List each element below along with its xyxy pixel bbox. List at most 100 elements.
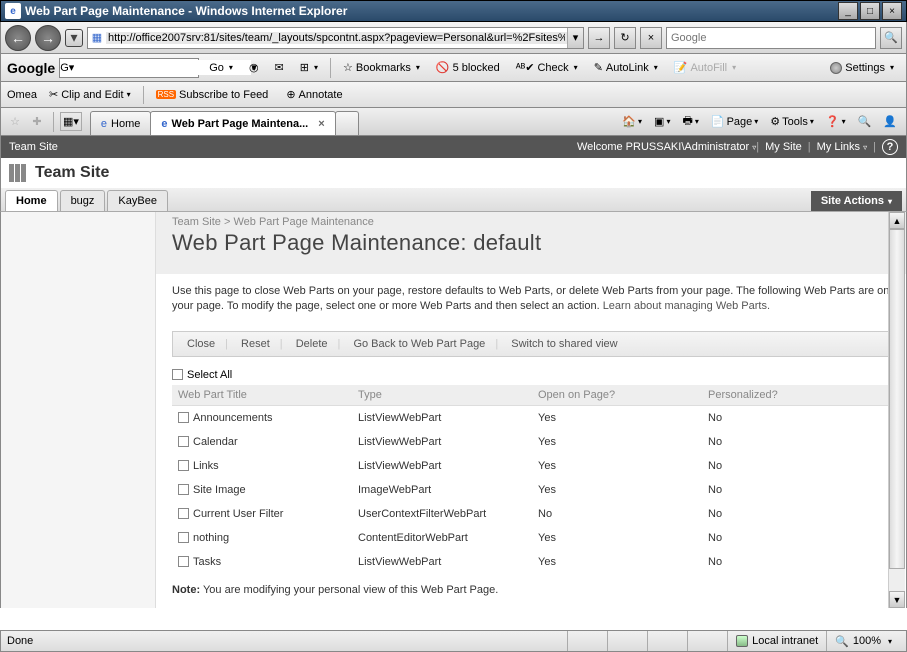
- row-checkbox[interactable]: [178, 436, 189, 447]
- google-settings-button[interactable]: Settings▾: [824, 60, 900, 76]
- row-checkbox[interactable]: [178, 484, 189, 495]
- content-area: Team Site > Web Part Page Maintenance We…: [0, 212, 907, 608]
- google-option-1-icon[interactable]: ◎: [243, 59, 265, 76]
- clip-and-edit-button[interactable]: ✂Clip and Edit▾: [43, 86, 137, 103]
- google-option-2-icon[interactable]: ✉: [269, 59, 290, 76]
- row-checkbox[interactable]: [178, 412, 189, 423]
- feeds-button[interactable]: ▣▾: [649, 113, 675, 130]
- status-text: Done: [7, 635, 33, 647]
- research-button[interactable]: 🔍: [853, 113, 877, 130]
- row-checkbox[interactable]: [178, 508, 189, 519]
- welcome-user[interactable]: Welcome PRUSSAKI\Administrator ▿: [577, 141, 756, 153]
- quick-tabs-button[interactable]: ▦▾: [60, 112, 82, 131]
- stop-button[interactable]: ×: [640, 27, 662, 49]
- google-go-button[interactable]: Go▾: [203, 60, 239, 76]
- help-icon[interactable]: ?: [882, 139, 898, 155]
- select-all-row: Select All: [172, 369, 890, 381]
- scroll-down-button[interactable]: ▼: [889, 591, 905, 608]
- search-input[interactable]: [667, 32, 875, 44]
- close-window-button[interactable]: ×: [882, 2, 902, 20]
- row-open: Yes: [532, 478, 702, 502]
- zoom-control[interactable]: 🔍100%▾: [826, 631, 900, 651]
- row-checkbox[interactable]: [178, 532, 189, 543]
- google-search-type-dropdown[interactable]: G▾: [60, 61, 74, 74]
- search-button[interactable]: 🔍: [880, 27, 902, 49]
- tools-menu-button[interactable]: ⚙Tools▾: [765, 113, 819, 130]
- sharepoint-header: Team Site: [0, 158, 907, 188]
- sp-tab-home[interactable]: Home: [5, 190, 58, 211]
- select-all-checkbox[interactable]: [172, 369, 183, 380]
- scroll-up-button[interactable]: ▲: [889, 212, 905, 229]
- row-open: Yes: [532, 405, 702, 430]
- favorites-icon[interactable]: ☆: [5, 112, 25, 132]
- my-links-link[interactable]: My Links ▿: [811, 141, 873, 153]
- go-button[interactable]: →: [588, 27, 610, 49]
- intro-text: Use this page to close Web Parts on your…: [172, 284, 890, 315]
- bookmarks-button[interactable]: ☆Bookmarks▾: [337, 59, 426, 76]
- row-checkbox[interactable]: [178, 460, 189, 471]
- site-actions-menu[interactable]: Site Actions▾: [811, 191, 902, 211]
- autolink-button[interactable]: ✎AutoLink▾: [588, 59, 664, 76]
- breadcrumb-team[interactable]: Team Site: [172, 216, 221, 228]
- security-zone[interactable]: Local intranet: [727, 631, 826, 651]
- popup-blocked-button[interactable]: 🚫5 blocked: [430, 59, 506, 76]
- help-button[interactable]: ❓▾: [821, 113, 851, 130]
- recent-dropdown[interactable]: ▾: [65, 29, 83, 47]
- print-button[interactable]: 🖶▾: [677, 110, 703, 133]
- maximize-button[interactable]: □: [860, 2, 880, 20]
- address-input[interactable]: [106, 32, 567, 44]
- messenger-button[interactable]: 👤: [878, 113, 902, 130]
- row-title[interactable]: Announcements: [193, 412, 273, 424]
- action-reset[interactable]: Reset: [237, 338, 274, 350]
- back-button[interactable]: ←: [5, 25, 31, 51]
- learn-more-link[interactable]: Learn about managing Web Parts.: [603, 300, 770, 312]
- home-button[interactable]: 🏠▾: [617, 113, 647, 130]
- minimize-button[interactable]: _: [838, 2, 858, 20]
- scroll-thumb[interactable]: [889, 229, 905, 569]
- row-type: ListViewWebPart: [352, 454, 532, 478]
- sp-tab-bugz[interactable]: bugz: [60, 190, 106, 211]
- topbar-site-link[interactable]: Team Site: [9, 141, 58, 153]
- my-site-link[interactable]: My Site: [759, 141, 808, 153]
- zoom-icon: 🔍: [835, 635, 849, 648]
- action-switch[interactable]: Switch to shared view: [507, 338, 621, 350]
- new-tab-button[interactable]: [335, 111, 359, 135]
- annotate-icon: ⊕: [286, 88, 295, 101]
- autofill-button[interactable]: 📝AutoFill▾: [668, 59, 742, 76]
- row-title[interactable]: Links: [193, 460, 219, 472]
- sp-tab-kaybee[interactable]: KayBee: [107, 190, 168, 211]
- action-goback[interactable]: Go Back to Web Part Page: [349, 338, 489, 350]
- left-nav: [1, 212, 156, 608]
- row-title[interactable]: nothing: [193, 532, 229, 544]
- close-tab-icon[interactable]: ×: [318, 118, 324, 130]
- google-option-3-icon[interactable]: ⊞▾: [294, 59, 324, 76]
- row-checkbox[interactable]: [178, 556, 189, 567]
- row-open: Yes: [532, 454, 702, 478]
- browser-tab-current[interactable]: eWeb Part Page Maintena...×: [150, 111, 335, 135]
- browser-tab-home[interactable]: eHome: [90, 111, 151, 135]
- print-icon: 🖶: [682, 112, 692, 131]
- browser-search[interactable]: [666, 27, 876, 49]
- main-content: Team Site > Web Part Page Maintenance We…: [156, 212, 906, 608]
- row-title[interactable]: Tasks: [193, 556, 221, 568]
- address-bar[interactable]: ▦ ▾: [87, 27, 584, 49]
- col-open: Open on Page?: [532, 385, 702, 406]
- annotate-button[interactable]: ⊕Annotate: [280, 86, 348, 103]
- row-type: ListViewWebPart: [352, 430, 532, 454]
- refresh-button[interactable]: ↻: [614, 27, 636, 49]
- add-favorites-icon[interactable]: ✚: [27, 112, 47, 132]
- site-name[interactable]: Team Site: [35, 164, 109, 182]
- forward-button[interactable]: →: [35, 25, 61, 51]
- google-search-box[interactable]: G▾ ▾: [59, 58, 199, 78]
- row-title[interactable]: Site Image: [193, 484, 246, 496]
- spellcheck-button[interactable]: ᴬᴮ✔Check▾: [510, 59, 584, 76]
- vertical-scrollbar[interactable]: ▲ ▼: [888, 212, 905, 608]
- address-dropdown[interactable]: ▾: [567, 28, 583, 48]
- action-close[interactable]: Close: [183, 338, 219, 350]
- page-menu-button[interactable]: 📄Page▾: [706, 113, 763, 130]
- action-delete[interactable]: Delete: [292, 338, 332, 350]
- subscribe-button[interactable]: RSSSubscribe to Feed: [150, 87, 275, 103]
- row-title[interactable]: Current User Filter: [193, 508, 283, 520]
- table-row: Site ImageImageWebPartYesNo: [172, 478, 890, 502]
- row-title[interactable]: Calendar: [193, 436, 238, 448]
